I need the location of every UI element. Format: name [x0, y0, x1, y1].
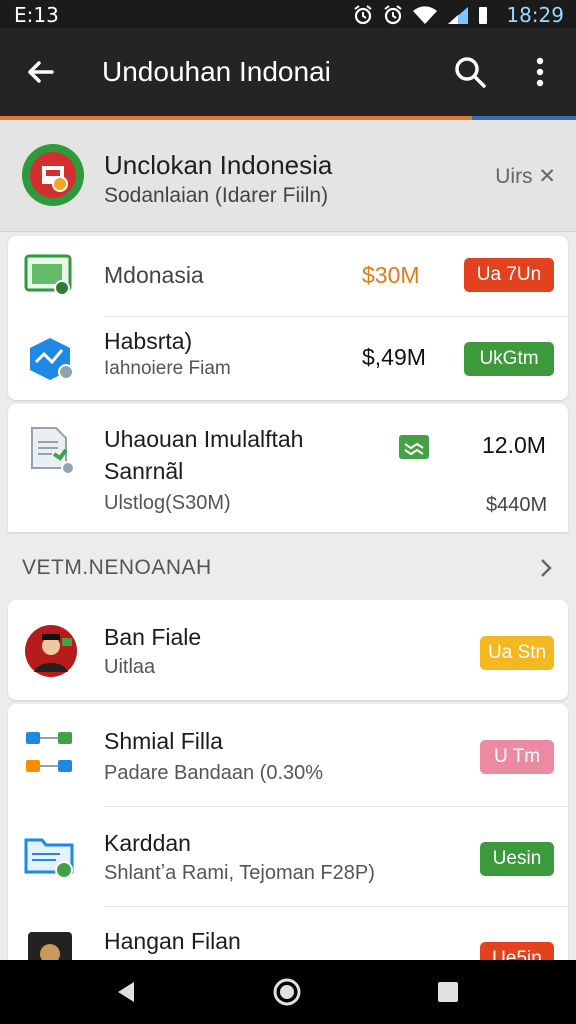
item-action-button[interactable]: UkGtm	[464, 342, 554, 376]
detail-card[interactable]: Uhaouan Imulalftah Sanrnãl Ulstlog(S30M)…	[8, 404, 568, 532]
item-name: Mdonasia	[104, 262, 204, 288]
nav-back-icon[interactable]	[110, 976, 142, 1008]
item-amount: $,49M	[362, 344, 426, 370]
detail-title-line2: Sanrnãl	[104, 458, 184, 484]
list-card: Ban Fiale Uitlaa Ua Stn	[8, 600, 568, 700]
item-action-button[interactable]: Ua Stn	[480, 636, 554, 670]
navigation-bar	[0, 960, 576, 1024]
item-subtitle: Shlantʼa Rami, Tejoman F28P)	[104, 862, 375, 884]
app-toolbar: Undouhan Indonai	[0, 28, 576, 116]
battery-icon	[479, 7, 487, 24]
item-amount: $30M	[362, 262, 420, 288]
item-action-button[interactable]: Uesin	[480, 842, 554, 876]
more-options-icon[interactable]	[524, 52, 556, 92]
section-title: VETM.NENOANAH	[22, 556, 212, 579]
detail-title-line1: Uhaouan Imulalftah	[104, 426, 304, 452]
workflow-icon	[26, 732, 72, 772]
item-subtitle: Uitlaa	[104, 656, 156, 678]
list-card: Shmial Filla Padare Bandaan (0.30% U Tm …	[8, 704, 568, 960]
item-name: Ban Fiale	[104, 624, 202, 650]
app-logo	[22, 144, 84, 206]
item-action-button[interactable]: U Tm	[480, 740, 554, 774]
header-subtitle: Sodanlaian (Idarer Fiiln)	[104, 184, 329, 207]
item-action-button[interactable]: Ue5in	[480, 942, 554, 960]
item-name: Karddan	[104, 830, 191, 856]
header-title: Unclokan Indonesia	[104, 150, 333, 180]
wifi-icon	[413, 6, 437, 24]
item-action-button[interactable]: Ua 7Un	[464, 258, 554, 292]
detail-amount-secondary: $440M	[486, 494, 548, 516]
alarm-icon	[354, 5, 372, 25]
toolbar-title: Undouhan Indonai	[102, 56, 331, 87]
status-bar: E:13 18:29	[0, 0, 576, 28]
shield-icon	[42, 166, 68, 192]
item-name: Habsrta)	[104, 328, 193, 354]
search-icon[interactable]	[450, 52, 490, 92]
nav-home-icon[interactable]	[271, 976, 303, 1008]
list-item[interactable]: Habsrta) Iahnoiere Fiam $,49M UkGtm	[8, 316, 568, 400]
chevron-right-icon[interactable]	[536, 556, 556, 580]
signal-icon	[448, 7, 468, 24]
message-icon	[399, 435, 429, 459]
list-item[interactable]: Ban Fiale Uitlaa Ua Stn	[8, 600, 568, 700]
list-item[interactable]: Karddan Shlantʼa Rami, Tejoman F28P) Ues…	[8, 806, 568, 906]
summary-card: Mdonasia $30M Ua 7Un Habsrta) Iahnoiere …	[8, 236, 568, 400]
status-icons	[352, 4, 488, 26]
header-card[interactable]: Unclokan Indonesia Sodanlaian (Idarer Fi…	[0, 120, 576, 232]
header-close-button[interactable]: Uirs ✕	[495, 164, 556, 189]
item-subtitle: Padare Bandaan (0.30%	[104, 762, 324, 784]
nav-recents-icon[interactable]	[432, 976, 464, 1008]
detail-amount: 12.0M	[482, 432, 546, 458]
avatar	[25, 625, 77, 677]
section-header[interactable]: VETM.NENOANAH	[0, 548, 576, 588]
item-subtitle: Iahnoiere Fiam	[104, 358, 231, 379]
app-logo-inner	[30, 152, 76, 198]
list-item[interactable]: Mdonasia $30M Ua 7Un	[8, 236, 568, 316]
chart-cube-icon	[30, 338, 74, 380]
list-item[interactable]: Shmial Filla Padare Bandaan (0.30% U Tm	[8, 704, 568, 806]
list-item[interactable]: Hangan Filan Ue5in	[8, 906, 568, 960]
status-time: E:13	[14, 3, 59, 27]
status-clock: 18:29	[506, 3, 564, 27]
folder-icon	[24, 838, 74, 879]
alarm-icon	[384, 5, 402, 25]
avatar	[28, 932, 72, 960]
item-name: Shmial Filla	[104, 728, 223, 754]
document-icon	[31, 427, 75, 474]
window-icon	[24, 254, 72, 296]
detail-subtitle: Ulstlog(S30M)	[104, 492, 231, 514]
item-name: Hangan Filan	[104, 928, 241, 954]
back-arrow-icon[interactable]	[22, 54, 58, 90]
